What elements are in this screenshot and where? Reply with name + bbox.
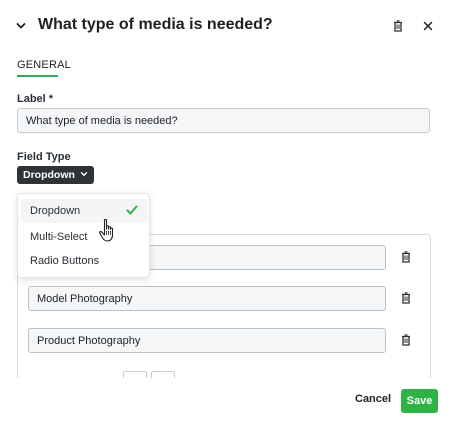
tab-general[interactable]: GENERAL (17, 59, 71, 71)
menu-item-multi-select[interactable]: Multi-Select (21, 225, 148, 249)
cancel-button[interactable]: Cancel (355, 393, 391, 405)
dialog-header: What type of media is needed? (0, 0, 450, 52)
label-field-label: Label * (17, 93, 54, 105)
chevron-down-icon[interactable] (14, 19, 28, 33)
delete-field-icon[interactable] (391, 19, 405, 33)
field-type-menu: Dropdown Multi-Select Radio Buttons (17, 193, 150, 278)
menu-item-label: Dropdown (30, 205, 81, 217)
delete-option-icon[interactable] (400, 251, 412, 263)
menu-item-label: Multi-Select (30, 231, 88, 243)
tab-active-indicator (17, 75, 58, 77)
field-type-value: Dropdown (23, 169, 75, 181)
menu-item-radio-buttons[interactable]: Radio Buttons (21, 249, 148, 273)
option-input[interactable] (28, 286, 386, 311)
field-type-label: Field Type (17, 151, 71, 163)
delete-option-icon[interactable] (400, 292, 412, 304)
label-input[interactable] (17, 108, 430, 133)
field-type-dropdown-button[interactable]: Dropdown (17, 166, 94, 184)
dialog-title: What type of media is needed? (38, 16, 273, 33)
chevron-down-icon (80, 169, 88, 181)
option-input[interactable] (28, 328, 386, 353)
close-icon[interactable] (421, 19, 435, 33)
save-button[interactable]: Save (401, 389, 438, 413)
delete-option-icon[interactable] (400, 334, 412, 346)
checkmark-icon (125, 203, 139, 217)
menu-item-dropdown[interactable]: Dropdown (21, 199, 148, 223)
menu-item-label: Radio Buttons (30, 255, 100, 267)
